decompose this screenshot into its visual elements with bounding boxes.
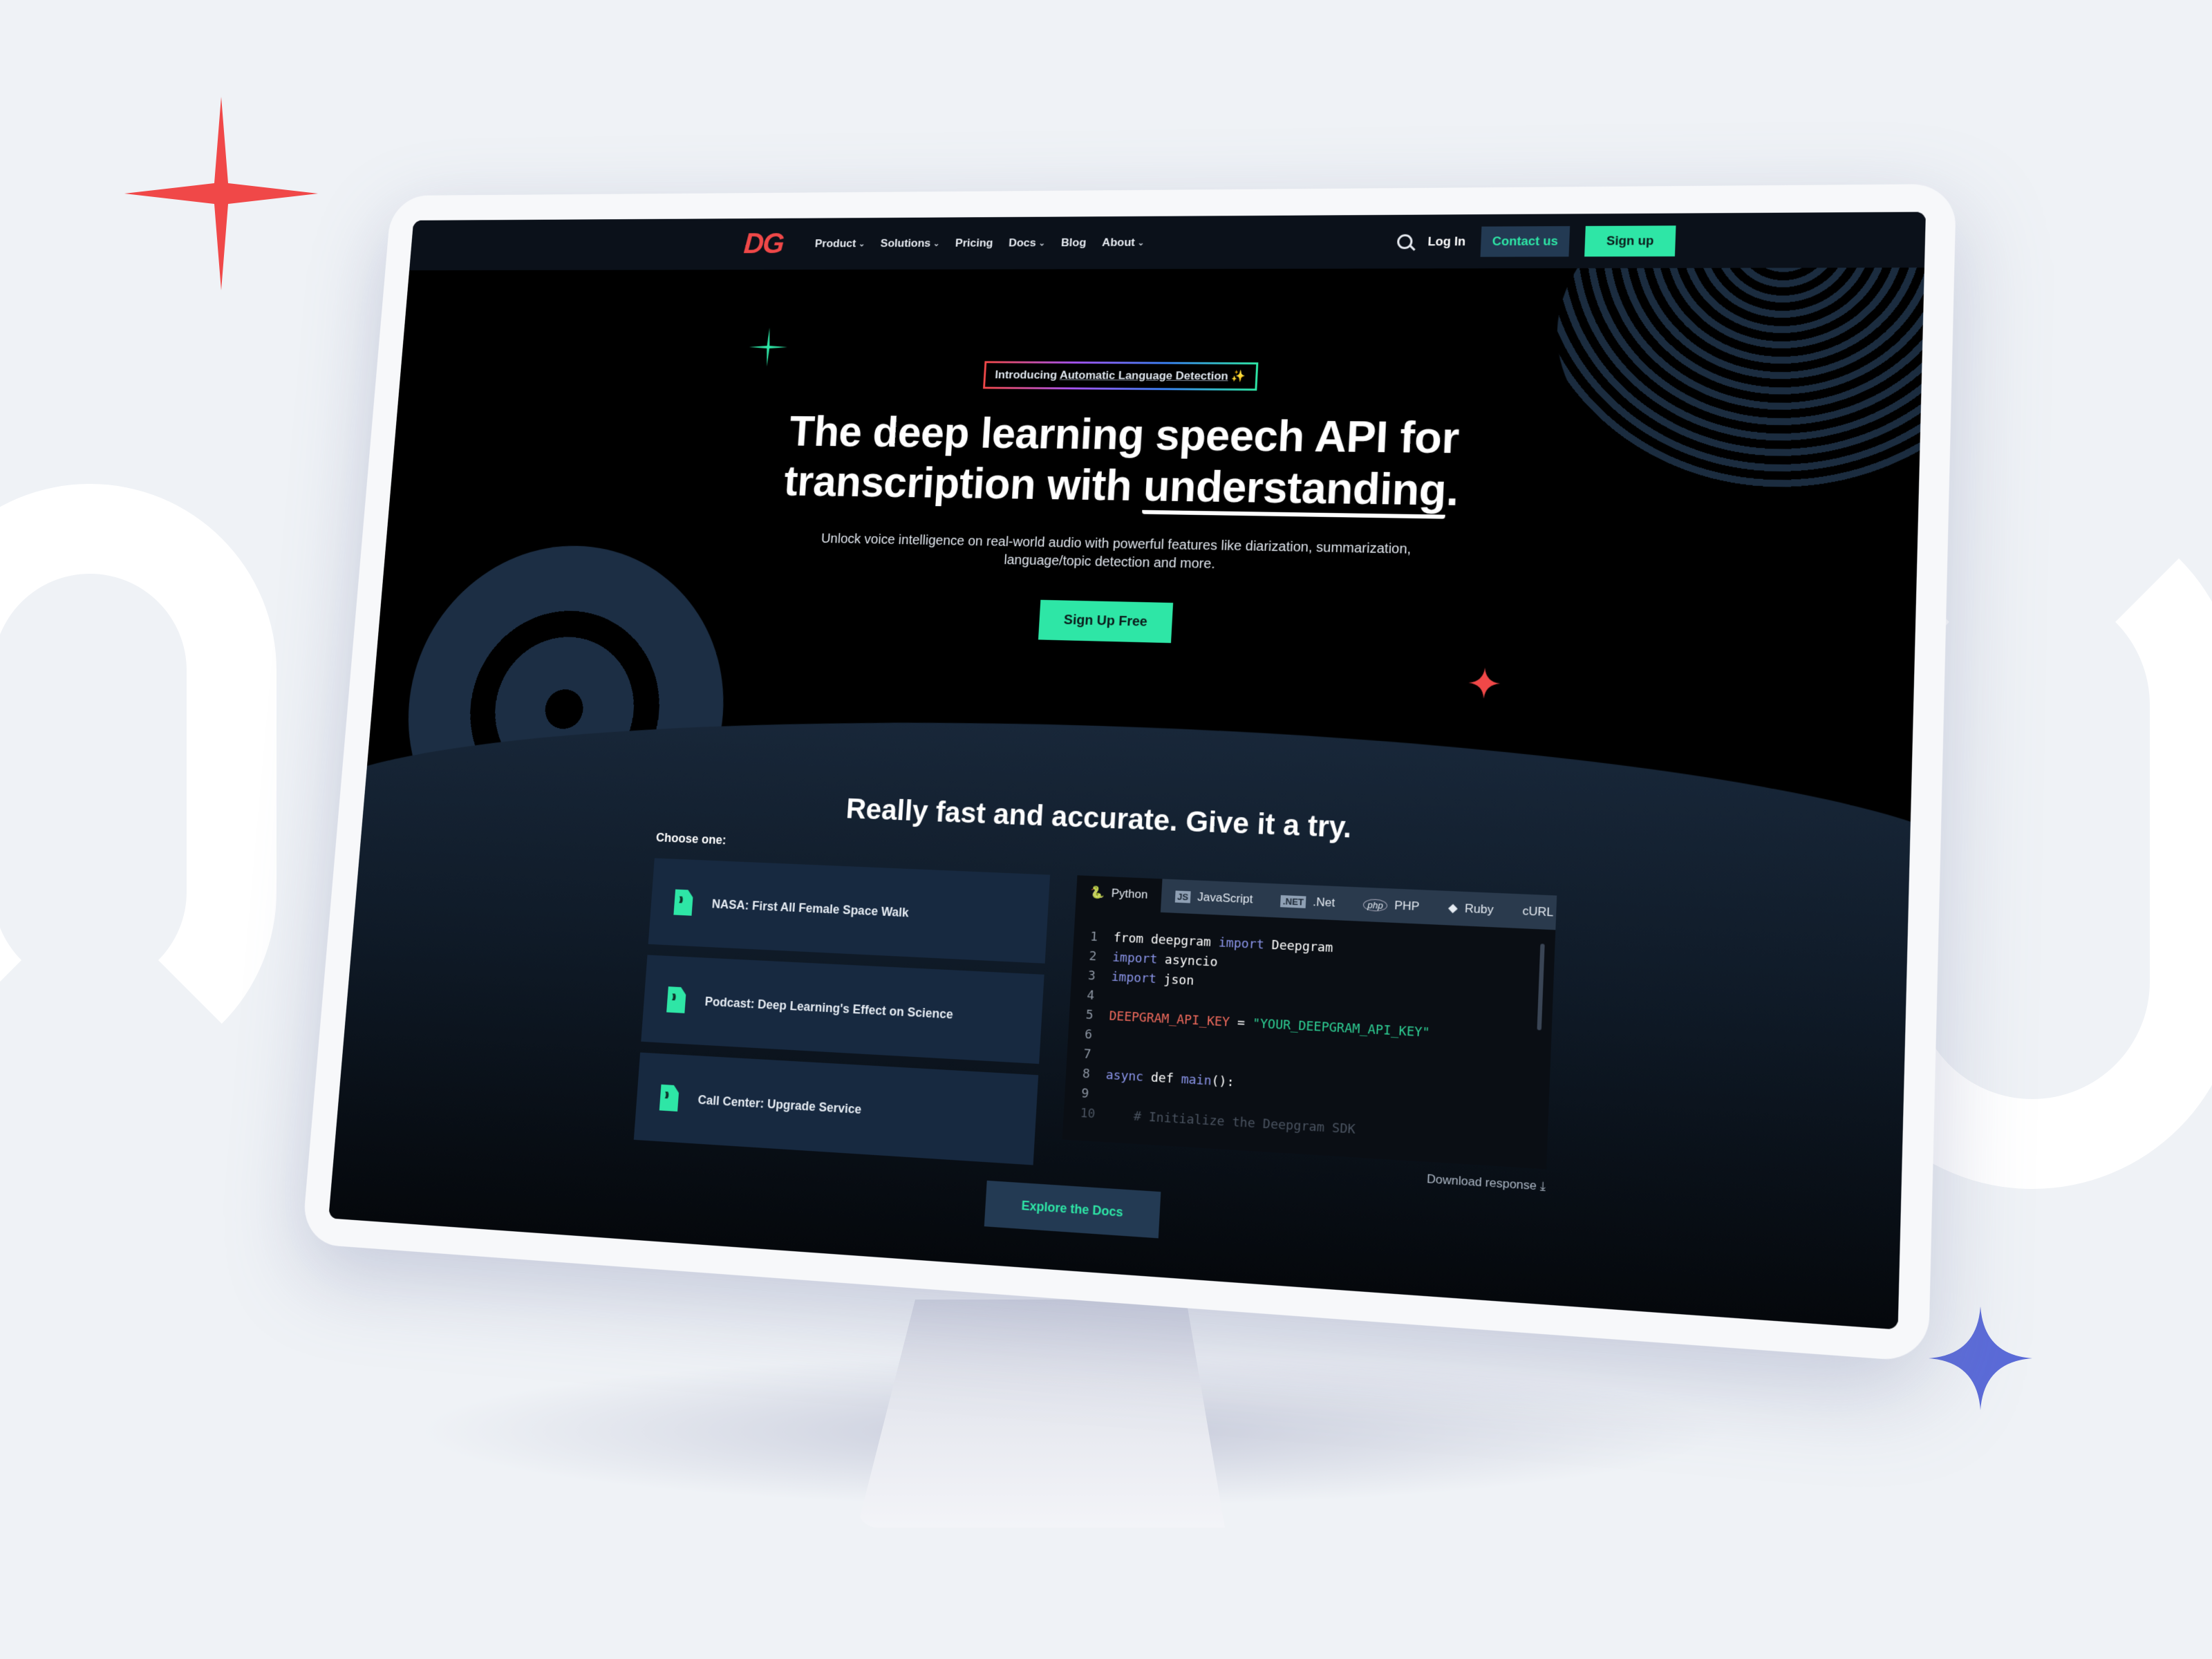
python-icon: 🐍 — [1089, 885, 1105, 900]
search-icon[interactable] — [1396, 234, 1413, 250]
sparkle-red-small-icon — [1468, 667, 1501, 700]
choose-label: Choose one: — [655, 830, 727, 847]
audio-file-icon — [673, 890, 693, 916]
code-block: 1 from deepgram import Deepgram 2 import a… — [1062, 908, 1556, 1170]
monitor-frame: DG Product ⌄ Solutions ⌄ Pricing Docs ⌄ Blo… — [301, 184, 1957, 1362]
audio-file-icon — [666, 986, 686, 1013]
tab-dotnet[interactable]: .NET .Net — [1266, 883, 1349, 921]
sample-label: Podcast: Deep Learning's Effect on Scien… — [704, 994, 954, 1022]
nav-product-label: Product — [814, 237, 857, 250]
sample-item[interactable]: Call Center: Upgrade Service — [633, 1052, 1039, 1165]
sample-label: NASA: First All Female Space Walk — [711, 897, 910, 919]
explore-docs-button[interactable]: Explore the Docs — [984, 1180, 1161, 1239]
tab-python[interactable]: 🐍 Python — [1075, 875, 1163, 912]
badge-prefix: Introducing — [995, 368, 1058, 382]
tab-label: JavaScript — [1197, 890, 1253, 906]
tab-javascript[interactable]: JS JavaScript — [1161, 879, 1268, 917]
nav-pricing-label: Pricing — [955, 236, 994, 250]
nav-about-label: About — [1101, 236, 1136, 249]
sign-up-free-button[interactable]: Sign Up Free — [1038, 599, 1173, 644]
chevron-down-icon: ⌄ — [858, 238, 865, 249]
login-link[interactable]: Log In — [1427, 234, 1465, 249]
audio-file-icon — [659, 1085, 679, 1112]
nav-product[interactable]: Product ⌄ — [814, 237, 865, 250]
chevron-down-icon: ⌄ — [932, 238, 940, 248]
sample-item[interactable]: NASA: First All Female Space Walk — [648, 858, 1051, 964]
tab-label: Ruby — [1464, 901, 1494, 917]
contact-us-button[interactable]: Contact us — [1480, 225, 1571, 257]
javascript-icon: JS — [1174, 890, 1191, 903]
tab-curl[interactable]: cURL — [1507, 894, 1568, 930]
sample-label: Call Center: Upgrade Service — [697, 1092, 862, 1116]
tab-php[interactable]: php PHP — [1349, 887, 1435, 925]
nav-about[interactable]: About ⌄ — [1102, 236, 1145, 249]
sparkle-green-icon — [747, 328, 789, 367]
sample-item[interactable]: Podcast: Deep Learning's Effect on Scien… — [641, 955, 1044, 1065]
nav-blog[interactable]: Blog — [1061, 236, 1087, 250]
code-scrollbar[interactable] — [1537, 944, 1545, 1031]
tab-label: cURL — [1522, 903, 1554, 919]
sparkles-icon: ✨ — [1231, 369, 1246, 383]
badge-link[interactable]: Automatic Language Detection — [1059, 368, 1228, 382]
demo-section: Really fast and accurate. Give it a try.… — [328, 701, 1926, 1330]
code-panel: 🐍 Python JS JavaScript .NET .Net php PHP ◆ Ru… — [1060, 875, 1557, 1209]
announcement-badge[interactable]: Introducing Automatic Language Detection… — [983, 361, 1259, 391]
chevron-down-icon: ⌄ — [1038, 238, 1046, 248]
chevron-down-icon: ⌄ — [1137, 238, 1145, 247]
tab-label: .Net — [1312, 894, 1335, 910]
logo[interactable]: DG — [742, 228, 784, 261]
nav-solutions[interactable]: Solutions ⌄ — [880, 237, 940, 250]
nav-solutions-label: Solutions — [880, 236, 931, 250]
nav-docs-label: Docs — [1008, 236, 1037, 250]
tab-ruby[interactable]: ◆ Ruby — [1433, 890, 1508, 928]
website-screen: DG Product ⌄ Solutions ⌄ Pricing Docs ⌄ Blo… — [328, 212, 1926, 1330]
sign-up-button[interactable]: Sign up — [1584, 225, 1676, 256]
hero-subtitle: Unlock voice intelligence on real-world … — [821, 531, 1412, 572]
headline-line-2: transcription with — [782, 456, 1145, 510]
tab-label: Python — [1111, 886, 1148, 901]
sample-list: Choose one: NASA: First All Female Space… — [633, 831, 1052, 1177]
headline-period: . — [1445, 465, 1460, 515]
headline-line-1: The deep learning speech API for — [787, 407, 1461, 463]
nav-docs[interactable]: Docs ⌄ — [1009, 236, 1046, 250]
nav-pricing[interactable]: Pricing — [955, 236, 993, 250]
ruby-icon: ◆ — [1447, 901, 1458, 915]
tab-label: PHP — [1394, 899, 1420, 914]
dotnet-icon: .NET — [1280, 894, 1306, 908]
php-icon: php — [1362, 898, 1388, 912]
headline-underlined-word: understanding — [1141, 461, 1447, 519]
nav-blog-label: Blog — [1060, 236, 1087, 249]
top-navigation: DG Product ⌄ Solutions ⌄ Pricing Docs ⌄ Blo… — [409, 212, 1926, 271]
